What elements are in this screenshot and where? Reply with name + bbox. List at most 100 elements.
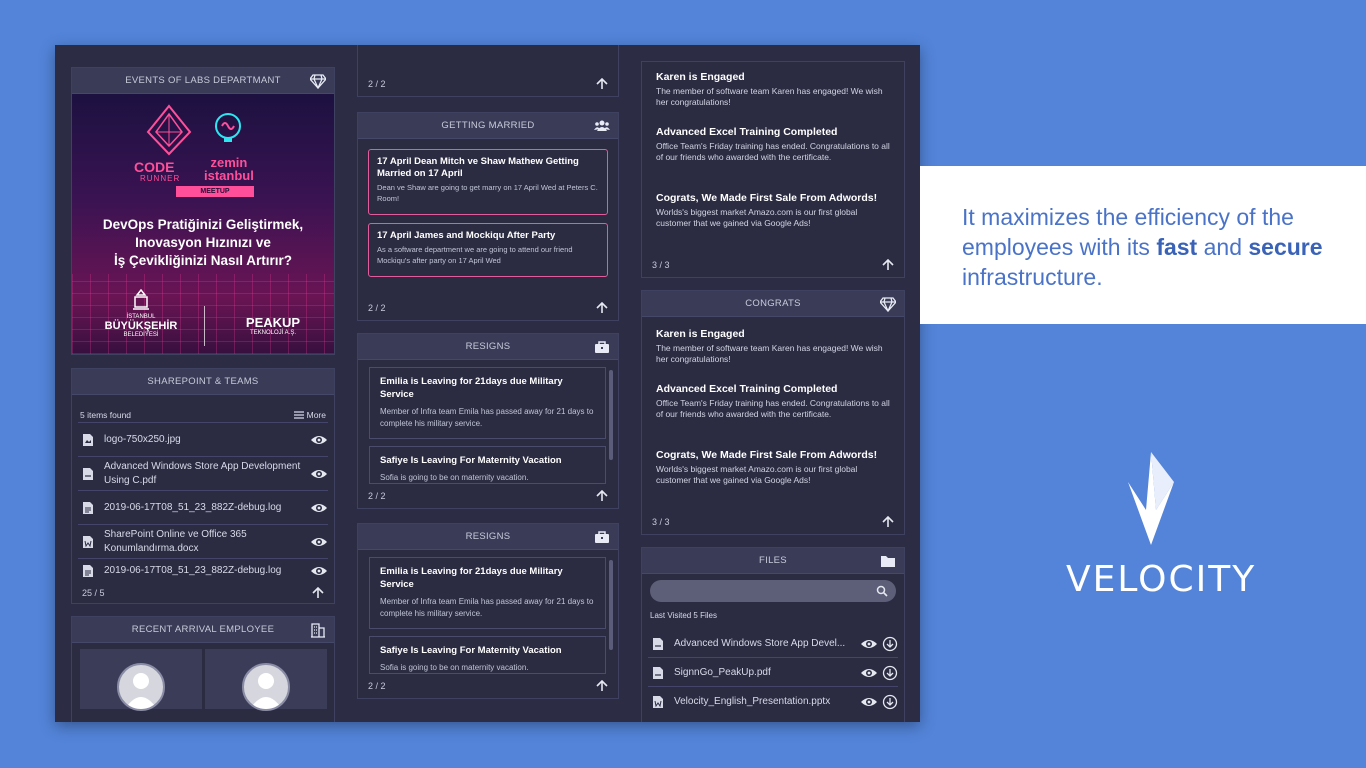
pager: 2 / 2	[358, 484, 618, 508]
news-description: Office Team's Friday training has ended.…	[656, 141, 890, 162]
panel-title: FILES	[759, 555, 787, 566]
panel-header: RECENT ARRIVAL EMPLOYEE	[72, 617, 334, 643]
news-title: Cograts, We Made First Sale From Adwords…	[656, 449, 878, 461]
panel-title: SHAREPOINT & TEAMS	[147, 376, 259, 387]
eye-icon[interactable]	[310, 434, 328, 446]
news-title: Advanced Excel Training Completed	[656, 383, 838, 395]
congrats-panel: CONGRATS Karen is Engaged The member of …	[641, 290, 905, 535]
file-row[interactable]: 2019-06-17T08_51_23_882Z-debug.log	[78, 490, 328, 524]
news-item[interactable]: Karen is Engaged The member of software …	[656, 327, 890, 365]
folder-icon	[881, 556, 895, 567]
velocity-logo: VELOCITY	[1066, 450, 1254, 600]
arrow-up-icon[interactable]	[882, 259, 894, 271]
news-title: Cograts, We Made First Sale From Adwords…	[656, 192, 878, 204]
news-item[interactable]: Cograts, We Made First Sale From Adwords…	[656, 448, 890, 486]
resign-card[interactable]: Emilia is Leaving for 21days due Militar…	[369, 557, 606, 629]
arrow-up-icon[interactable]	[312, 587, 324, 599]
download-icon[interactable]	[882, 694, 898, 710]
arrow-up-icon[interactable]	[596, 490, 608, 502]
event-title-line: Inovasyon Hızınızı ve	[135, 235, 271, 250]
eye-icon[interactable]	[310, 536, 328, 548]
arrow-up-icon[interactable]	[596, 78, 608, 90]
page-count: 2 / 2	[368, 303, 386, 313]
panel-title: GETTING MARRIED	[441, 120, 535, 131]
search-icon[interactable]	[876, 585, 888, 597]
arrow-up-icon[interactable]	[596, 302, 608, 314]
download-icon[interactable]	[882, 665, 898, 681]
card-description: As a software department we are going to…	[377, 245, 573, 265]
pager: 2 / 2	[358, 72, 618, 96]
scrollbar[interactable]	[609, 560, 613, 650]
file-name: SignnGo_PeakUp.pdf	[674, 666, 771, 678]
pager: 25 / 5	[72, 583, 334, 603]
eye-icon[interactable]	[860, 638, 878, 650]
eye-icon[interactable]	[860, 667, 878, 679]
file-row[interactable]: Advanced Windows Store App Devel...	[648, 630, 898, 658]
file-row[interactable]: SignnGo_PeakUp.pdf	[648, 659, 898, 687]
more-button[interactable]: More	[293, 410, 326, 420]
news-title: Karen is Engaged	[656, 328, 745, 340]
page-count: 25 / 5	[82, 588, 105, 598]
file-row[interactable]: SharePoint Online ve Office 365 Konumlan…	[78, 524, 328, 558]
image-file-icon	[83, 433, 93, 446]
news-item[interactable]: Cograts, We Made First Sale From Adwords…	[656, 191, 890, 229]
employee-card[interactable]	[80, 649, 202, 711]
marriage-card[interactable]: 17 April Dean Mitch ve Shaw Mathew Getti…	[368, 149, 608, 215]
file-row[interactable]: logo-750x250.jpg	[78, 422, 328, 456]
file-row[interactable]: Velocity_English_Presentation.pptx	[648, 688, 898, 716]
card-title: 17 April James and Mockiqu After Party	[377, 230, 556, 241]
event-title-line: DevOps Pratiğinizi Geliştirmek,	[102, 217, 304, 232]
news-description: Worlds's biggest market Amazo.com is our…	[656, 207, 858, 228]
download-icon[interactable]	[882, 636, 898, 652]
card-title: Safiye Is Leaving For Maternity Vacation	[380, 455, 562, 466]
news-item[interactable]: Karen is Engaged The member of software …	[656, 70, 890, 108]
eye-icon[interactable]	[310, 502, 328, 514]
page-count: 3 / 3	[652, 260, 670, 270]
dashboard: EVENTS OF LABS DEPARTMANT CODE RUNNER ze…	[55, 45, 920, 722]
tagline-text: and	[1197, 234, 1249, 260]
search-input[interactable]	[650, 580, 896, 602]
arrow-up-icon[interactable]	[882, 516, 894, 528]
event-title: DevOps Pratiğinizi Geliştirmek, Inovasyo…	[80, 216, 326, 270]
card-title: Emilia is Leaving for 21days due Militar…	[380, 376, 563, 400]
eye-icon[interactable]	[310, 468, 328, 480]
file-row[interactable]: 2019-06-17T08_51_23_882Z-debug.log	[78, 558, 328, 582]
runner-label: RUNNER	[140, 174, 181, 183]
page-count: 2 / 2	[368, 681, 386, 691]
word-file-icon	[653, 696, 663, 708]
peakup-logo: PEAKUP TEKNOLOJİ A.Ş.	[238, 316, 308, 337]
more-label: More	[306, 410, 326, 420]
resign-card[interactable]: Safiye Is Leaving For Maternity Vacation…	[369, 636, 606, 674]
panel-title: CONGRATS	[745, 298, 801, 309]
file-row[interactable]: Advanced Windows Store App Development U…	[78, 456, 328, 490]
banner-divider	[204, 306, 205, 346]
marriage-card[interactable]: 17 April James and Mockiqu After Party A…	[368, 223, 608, 277]
file-name: logo-750x250.jpg	[104, 433, 181, 445]
eye-icon[interactable]	[310, 565, 328, 577]
users-icon	[594, 120, 610, 131]
eye-icon[interactable]	[860, 696, 878, 708]
card-description: Member of Infra team Emila has passed aw…	[380, 597, 594, 618]
news-panel: Karen is Engaged The member of software …	[641, 61, 905, 278]
arrow-up-icon[interactable]	[596, 680, 608, 692]
promo-tagline: It maximizes the efficiency of the emplo…	[962, 202, 1352, 292]
event-title-line: İş Çevikliğinizi Nasıl Artırır?	[113, 253, 293, 268]
ibb-logo: İSTANBUL BÜYÜKŞEHİR BELEDİYESİ	[100, 289, 182, 338]
log-file-icon	[83, 564, 93, 577]
news-title: Advanced Excel Training Completed	[656, 126, 838, 138]
resign-card[interactable]: Emilia is Leaving for 21days due Militar…	[369, 367, 606, 439]
velocity-mark-icon	[1128, 452, 1174, 545]
panel-title: EVENTS OF LABS DEPARTMANT	[125, 75, 281, 86]
panel-header: RESIGNS	[358, 334, 618, 360]
panel-title: RESIGNS	[465, 341, 511, 352]
items-count: 5 items found	[80, 410, 132, 420]
code-runner-logo-icon	[146, 104, 192, 156]
pdf-file-icon	[653, 666, 663, 679]
employee-card[interactable]	[205, 649, 327, 711]
news-item[interactable]: Advanced Excel Training Completed Office…	[656, 382, 890, 420]
news-item[interactable]: Advanced Excel Training Completed Office…	[656, 125, 890, 163]
scrollbar[interactable]	[609, 370, 613, 460]
ibb-emblem-icon	[133, 289, 149, 310]
resign-card[interactable]: Safiye Is Leaving For Maternity Vacation…	[369, 446, 606, 484]
event-banner[interactable]: CODE RUNNER zemin istanbul MEETUP DevOps…	[72, 94, 334, 354]
